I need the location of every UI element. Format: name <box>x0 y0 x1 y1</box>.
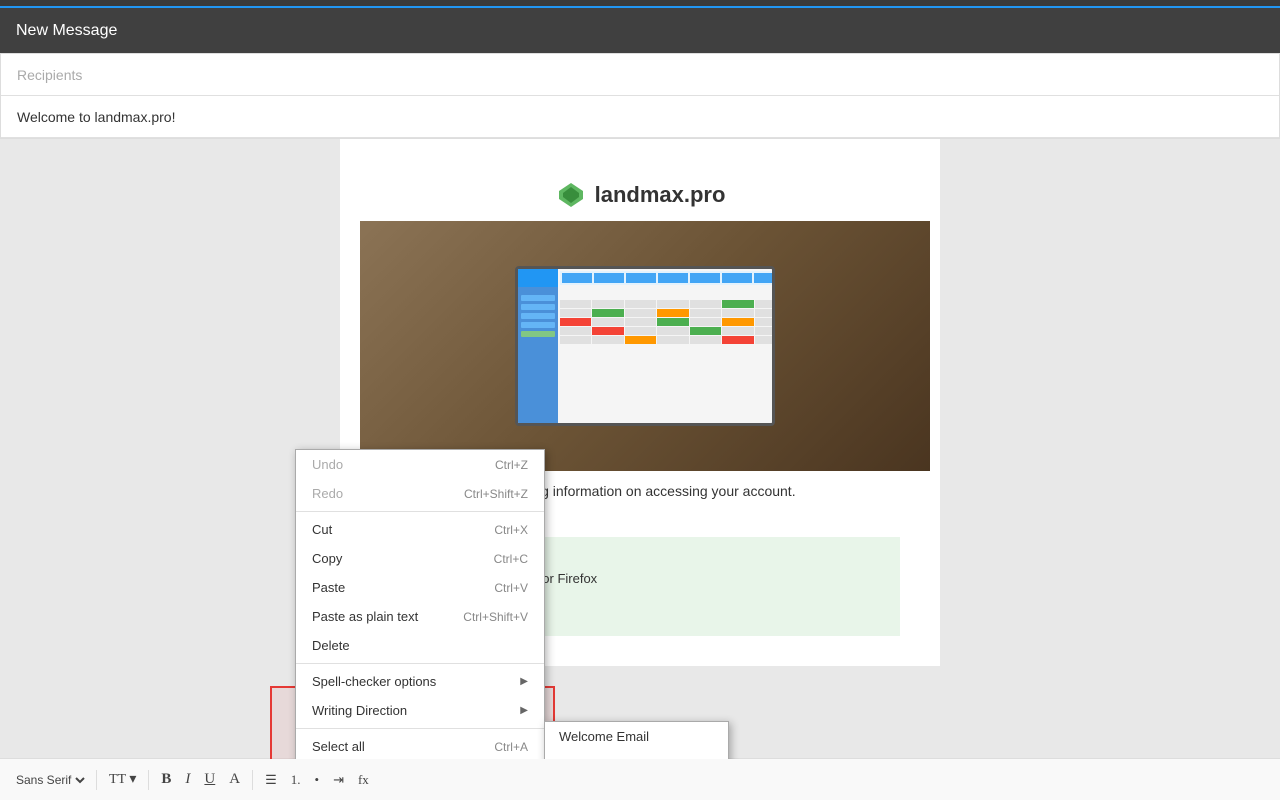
ctx-spell-checker-label: Spell-checker options <box>312 674 436 689</box>
compose-window-title: New Message <box>16 22 117 40</box>
context-menu: Undo Ctrl+Z Redo Ctrl+Shift+Z Cut Ctrl+X… <box>295 449 545 759</box>
ctx-writing-direction[interactable]: Writing Direction ▶ <box>296 696 544 725</box>
ctx-select-all-shortcut: Ctrl+A <box>494 740 528 754</box>
template-submenu: Welcome Email Updates template Internati… <box>544 721 729 759</box>
submenu-updates-template[interactable]: Updates template <box>545 751 728 759</box>
ctx-select-all[interactable]: Select all Ctrl+A <box>296 732 544 759</box>
laptop-screen-content <box>518 269 772 423</box>
ctx-copy-shortcut: Ctrl+C <box>494 552 528 566</box>
toolbar-divider-1 <box>96 770 97 790</box>
ctx-redo-shortcut: Ctrl+Shift+Z <box>464 487 528 501</box>
ctx-copy-label: Copy <box>312 551 342 566</box>
laptop-screen <box>515 266 775 426</box>
font-selector[interactable]: Sans Serif <box>12 772 88 788</box>
ctx-paste-plain[interactable]: Paste as plain text Ctrl+Shift+V <box>296 602 544 631</box>
ctx-spell-checker-arrow: ▶ <box>520 676 528 687</box>
toolbar-divider-3 <box>252 770 253 790</box>
ctx-redo-label: Redo <box>312 486 343 501</box>
recipients-row[interactable]: Recipients <box>1 54 1279 96</box>
ctx-cut-shortcut: Ctrl+X <box>494 523 528 537</box>
browser-tab-bar <box>0 0 1280 8</box>
ctx-undo[interactable]: Undo Ctrl+Z <box>296 450 544 479</box>
ctx-redo[interactable]: Redo Ctrl+Shift+Z <box>296 479 544 508</box>
formula-button[interactable]: fx <box>354 770 373 790</box>
ctx-writing-direction-arrow: ▶ <box>520 705 528 716</box>
screen-sidebar <box>518 269 558 423</box>
landmax-logo-icon <box>555 179 587 211</box>
ctx-separator-3 <box>296 728 544 729</box>
ctx-separator-2 <box>296 663 544 664</box>
email-body: landmax.pro <box>0 139 1280 759</box>
ctx-spell-checker[interactable]: Spell-checker options ▶ <box>296 667 544 696</box>
ctx-cut-label: Cut <box>312 522 332 537</box>
screen-main <box>558 269 775 423</box>
indent-button[interactable]: ⇥ <box>329 770 348 790</box>
toolbar-divider-2 <box>148 770 149 790</box>
ctx-paste-plain-label: Paste as plain text <box>312 609 418 624</box>
ctx-delete[interactable]: Delete <box>296 631 544 660</box>
align-button[interactable]: ☰ <box>261 770 281 790</box>
ctx-writing-direction-label: Writing Direction <box>312 703 407 718</box>
font-size-button[interactable]: TT ▾ <box>105 769 140 790</box>
screen-calendar <box>560 300 775 344</box>
ctx-separator-1 <box>296 511 544 512</box>
email-laptop-image <box>360 221 930 471</box>
ctx-undo-shortcut: Ctrl+Z <box>495 458 528 472</box>
ctx-cut[interactable]: Cut Ctrl+X <box>296 515 544 544</box>
compose-area: Recipients Welcome to landmax.pro! <box>0 53 1280 139</box>
ctx-select-all-label: Select all <box>312 739 365 754</box>
ordered-list-button[interactable]: 1. <box>287 770 305 790</box>
italic-button[interactable]: I <box>181 769 194 790</box>
recipients-label: Recipients <box>17 67 82 83</box>
underline-button[interactable]: U <box>200 769 219 790</box>
ctx-undo-label: Undo <box>312 457 343 472</box>
bottom-toolbar: Sans Serif TT ▾ B I U A ☰ 1. • ⇥ fx <box>0 758 1280 800</box>
logo-text: landmax.pro <box>595 182 726 208</box>
font-color-button[interactable]: A <box>225 769 244 790</box>
top-bar: New Message <box>0 8 1280 53</box>
ctx-paste-label: Paste <box>312 580 345 595</box>
bold-button[interactable]: B <box>157 769 175 790</box>
ctx-paste[interactable]: Paste Ctrl+V <box>296 573 544 602</box>
ctx-delete-label: Delete <box>312 638 350 653</box>
ctx-paste-plain-shortcut: Ctrl+Shift+V <box>463 610 528 624</box>
ctx-paste-shortcut: Ctrl+V <box>494 581 528 595</box>
unordered-list-button[interactable]: • <box>311 770 324 790</box>
submenu-welcome-email[interactable]: Welcome Email <box>545 722 728 751</box>
subject-text: Welcome to landmax.pro! <box>17 109 175 125</box>
subject-row[interactable]: Welcome to landmax.pro! <box>1 96 1279 138</box>
email-logo-area: landmax.pro <box>360 159 920 221</box>
ctx-copy[interactable]: Copy Ctrl+C <box>296 544 544 573</box>
